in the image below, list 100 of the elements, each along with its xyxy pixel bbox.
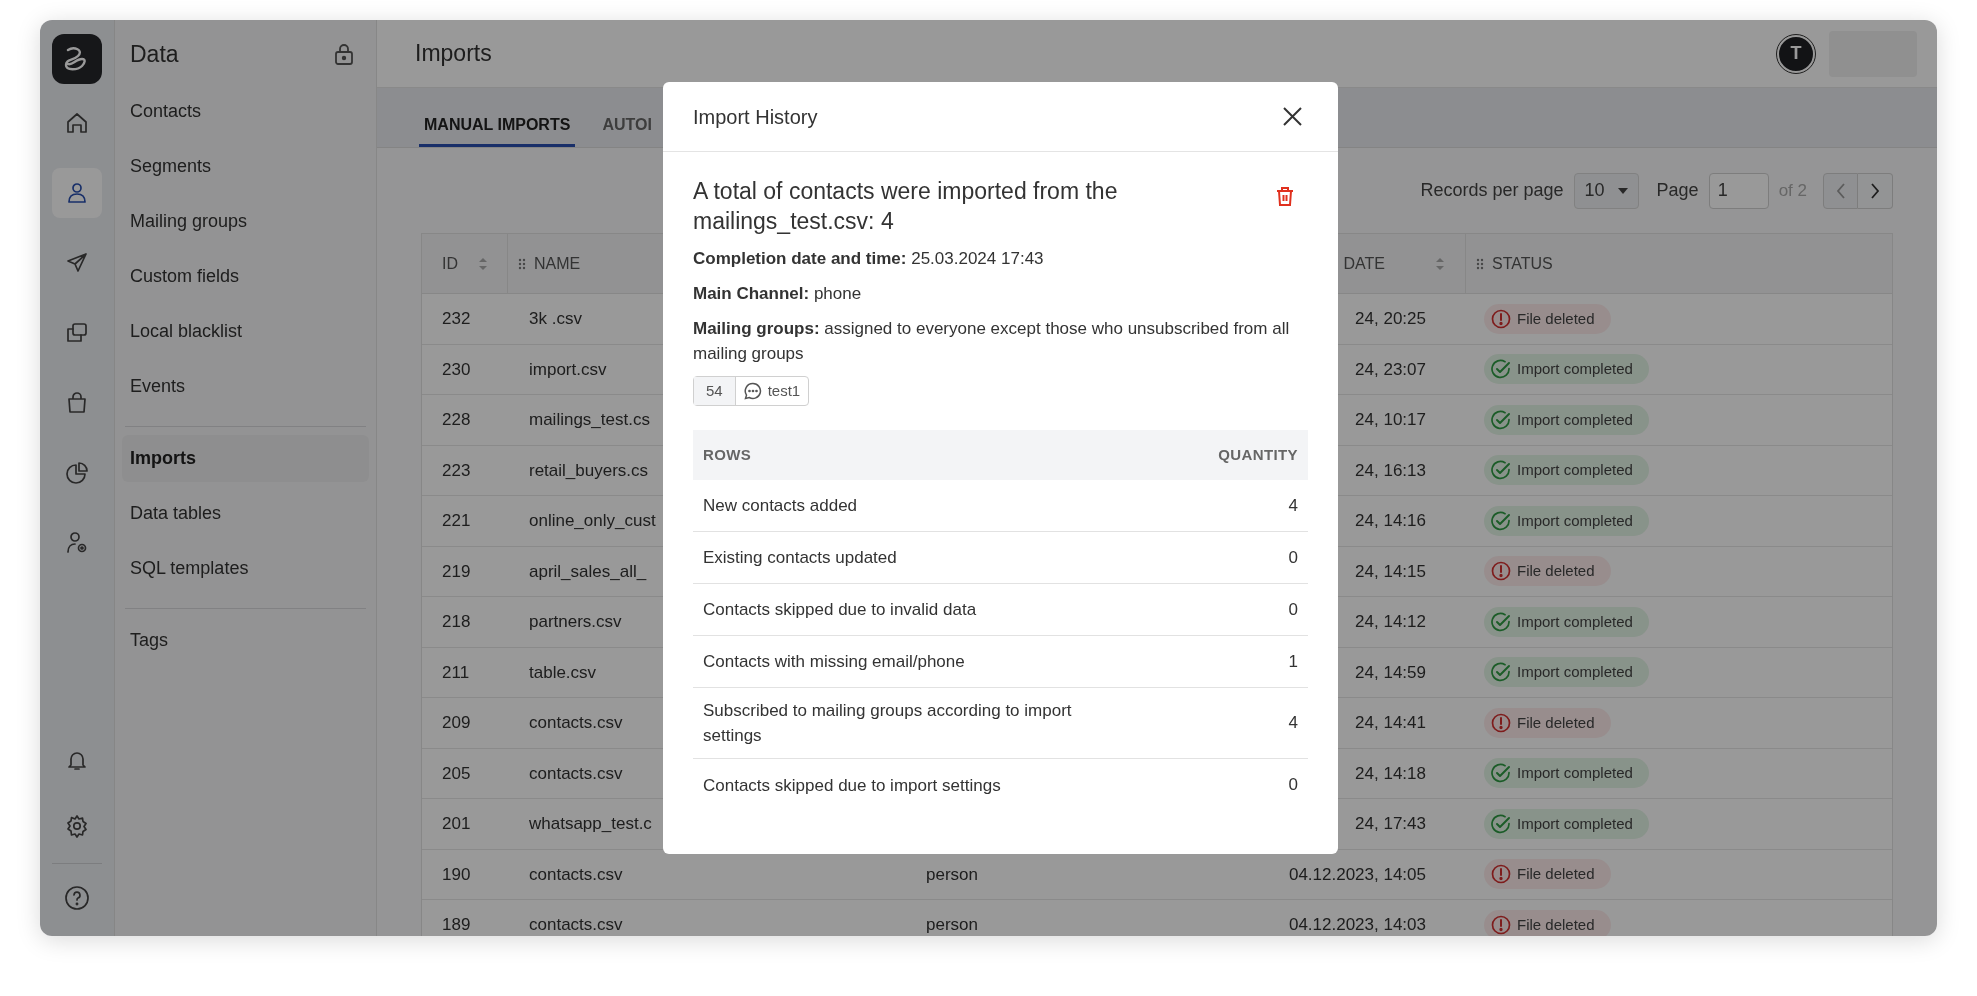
caret-icon — [1617, 187, 1628, 194]
table-cell-text: 24, 14:16 — [1355, 510, 1426, 532]
table-cell-text: 24, 14:59 — [1355, 661, 1426, 684]
user-settings-icon — [65, 531, 89, 555]
error-icon — [1491, 561, 1511, 582]
close-icon — [1282, 107, 1302, 126]
table-cell-text: 189 — [442, 914, 471, 936]
check-circle-icon — [1491, 359, 1511, 380]
column-header: QUANTITY — [1218, 444, 1298, 465]
check-circle-icon — [1491, 763, 1511, 784]
table-cell-text: 4 — [1288, 712, 1298, 735]
pie-chart-icon — [65, 461, 89, 485]
table-cell: person — [926, 864, 978, 884]
sidebar-item[interactable]: Local blacklist — [122, 308, 369, 355]
check-circle-icon — [1491, 510, 1511, 531]
table-cell-text: 190 — [442, 863, 471, 886]
table-cell-text: 4 — [1288, 494, 1298, 517]
status-badge: Import completed — [1484, 606, 1649, 637]
status-badge: File deleted — [1484, 909, 1611, 936]
trash-icon — [1276, 186, 1294, 206]
sidebar-item[interactable]: Events — [122, 363, 369, 410]
tab[interactable]: AUTOI — [597, 105, 657, 147]
table-cell-text: 24, 14:18 — [1355, 762, 1426, 785]
column-header: ID — [442, 253, 458, 274]
chevron-right-icon — [1870, 182, 1880, 199]
table-cell-text: 223 — [442, 459, 471, 482]
table-cell-text: 211 — [442, 661, 470, 684]
table-cell-text: Contacts skipped due to invalid data — [703, 599, 978, 621]
detail-text: Completion date and time: 25.03.2024 17:43 — [693, 248, 1045, 270]
status-badge: Import completed — [1484, 455, 1649, 486]
table-cell-text: mailings_test.cs — [529, 409, 650, 431]
chat-bubble-icon — [743, 382, 762, 400]
error-icon — [1491, 914, 1511, 935]
table-cell-text: 24, 17:43 — [1355, 813, 1426, 835]
nav-rail-button[interactable] — [52, 168, 102, 218]
table-cell-text: 0 — [1288, 774, 1298, 797]
status-badge: Import completed — [1484, 354, 1649, 385]
table-cell-text: 04.12.2023, 14:05 — [1288, 863, 1426, 886]
table-cell-text: 24, 10:17 — [1355, 409, 1426, 431]
table-cell-text: contacts.csv — [529, 914, 623, 936]
person-icon — [65, 181, 89, 205]
next-page-button[interactable] — [1858, 172, 1893, 209]
table-cell-text: partners.csv — [529, 611, 622, 633]
group-count: 54 — [694, 377, 736, 405]
table-cell-text: 0 — [1288, 598, 1298, 621]
table-cell-text: 24, 16:13 — [1355, 459, 1426, 482]
check-circle-icon — [1491, 409, 1511, 430]
app-logo[interactable] — [52, 34, 102, 84]
status-badge: Import completed — [1484, 758, 1649, 789]
table-cell-text: 230 — [442, 358, 471, 381]
sidebar-title: Data — [130, 39, 179, 69]
sidebar-item[interactable]: Custom fields — [122, 253, 369, 300]
table-cell-text: 232 — [442, 308, 471, 330]
table-cell-text: april_sales_all_ — [529, 560, 647, 583]
table-cell-text: 24, 20:25 — [1355, 308, 1426, 330]
sidebar-item[interactable]: SQL templates — [122, 545, 369, 592]
group-name: test1 — [767, 380, 801, 401]
page-input[interactable]: 1 — [1708, 172, 1769, 209]
error-icon — [1491, 864, 1511, 885]
home-icon — [65, 111, 89, 135]
lock-icon[interactable] — [334, 43, 354, 65]
tab[interactable]: MANUAL IMPORTS — [419, 105, 576, 147]
status-badge: Import completed — [1484, 404, 1649, 435]
sidebar-item[interactable]: Segments — [122, 143, 369, 190]
column-header: NAME — [534, 253, 581, 274]
table-cell-text: 205 — [442, 762, 471, 785]
check-circle-icon — [1491, 460, 1511, 481]
table-cell-text: 24, 23:07 — [1355, 358, 1426, 381]
sidebar-item[interactable]: Mailing groups — [122, 198, 369, 245]
sidebar-item[interactable]: Tags — [122, 617, 369, 664]
error-icon — [1491, 712, 1511, 733]
table-cell-text: 04.12.2023, 14:03 — [1288, 914, 1426, 936]
delete-button[interactable] — [1276, 186, 1294, 206]
table-cell-text: 219 — [442, 560, 471, 583]
table-cell-text: Contacts skipped due to import settings — [703, 774, 1002, 797]
column-header: DATE — [1343, 253, 1385, 274]
drag-handle-icon[interactable] — [518, 257, 526, 270]
sidebar-item[interactable]: Imports — [122, 435, 369, 482]
status-badge: File deleted — [1484, 859, 1611, 890]
records-per-page-label: Records per page — [1420, 179, 1564, 202]
table-cell-text: 24, 14:12 — [1355, 611, 1426, 633]
avatar[interactable]: T — [1777, 34, 1815, 73]
status-badge: Import completed — [1484, 505, 1649, 536]
table-cell-text: online_only_cust — [529, 510, 656, 532]
close-button[interactable] — [1282, 106, 1302, 127]
sidebar-item[interactable]: Data tables — [122, 490, 369, 537]
table-cell-text: contacts.csv — [529, 863, 623, 886]
per-page-select[interactable]: 10 — [1573, 172, 1639, 209]
table-cell-text: 221 — [442, 510, 471, 532]
table-cell-text: 201 — [442, 813, 471, 835]
table-cell-text: import.csv — [529, 358, 607, 381]
column-header: STATUS — [1492, 253, 1553, 274]
table-cell-text: Subscribed to mailing groups according to import settings — [703, 700, 1073, 747]
check-circle-icon — [1491, 813, 1511, 834]
column-header: ROWS — [703, 444, 752, 465]
dialog-title: Import History — [693, 104, 818, 130]
table-cell-text: 3k .csv — [529, 308, 582, 330]
status-badge: File deleted — [1484, 303, 1611, 334]
sidebar-item[interactable]: Contacts — [122, 88, 369, 135]
drag-handle-icon[interactable] — [1476, 257, 1484, 270]
